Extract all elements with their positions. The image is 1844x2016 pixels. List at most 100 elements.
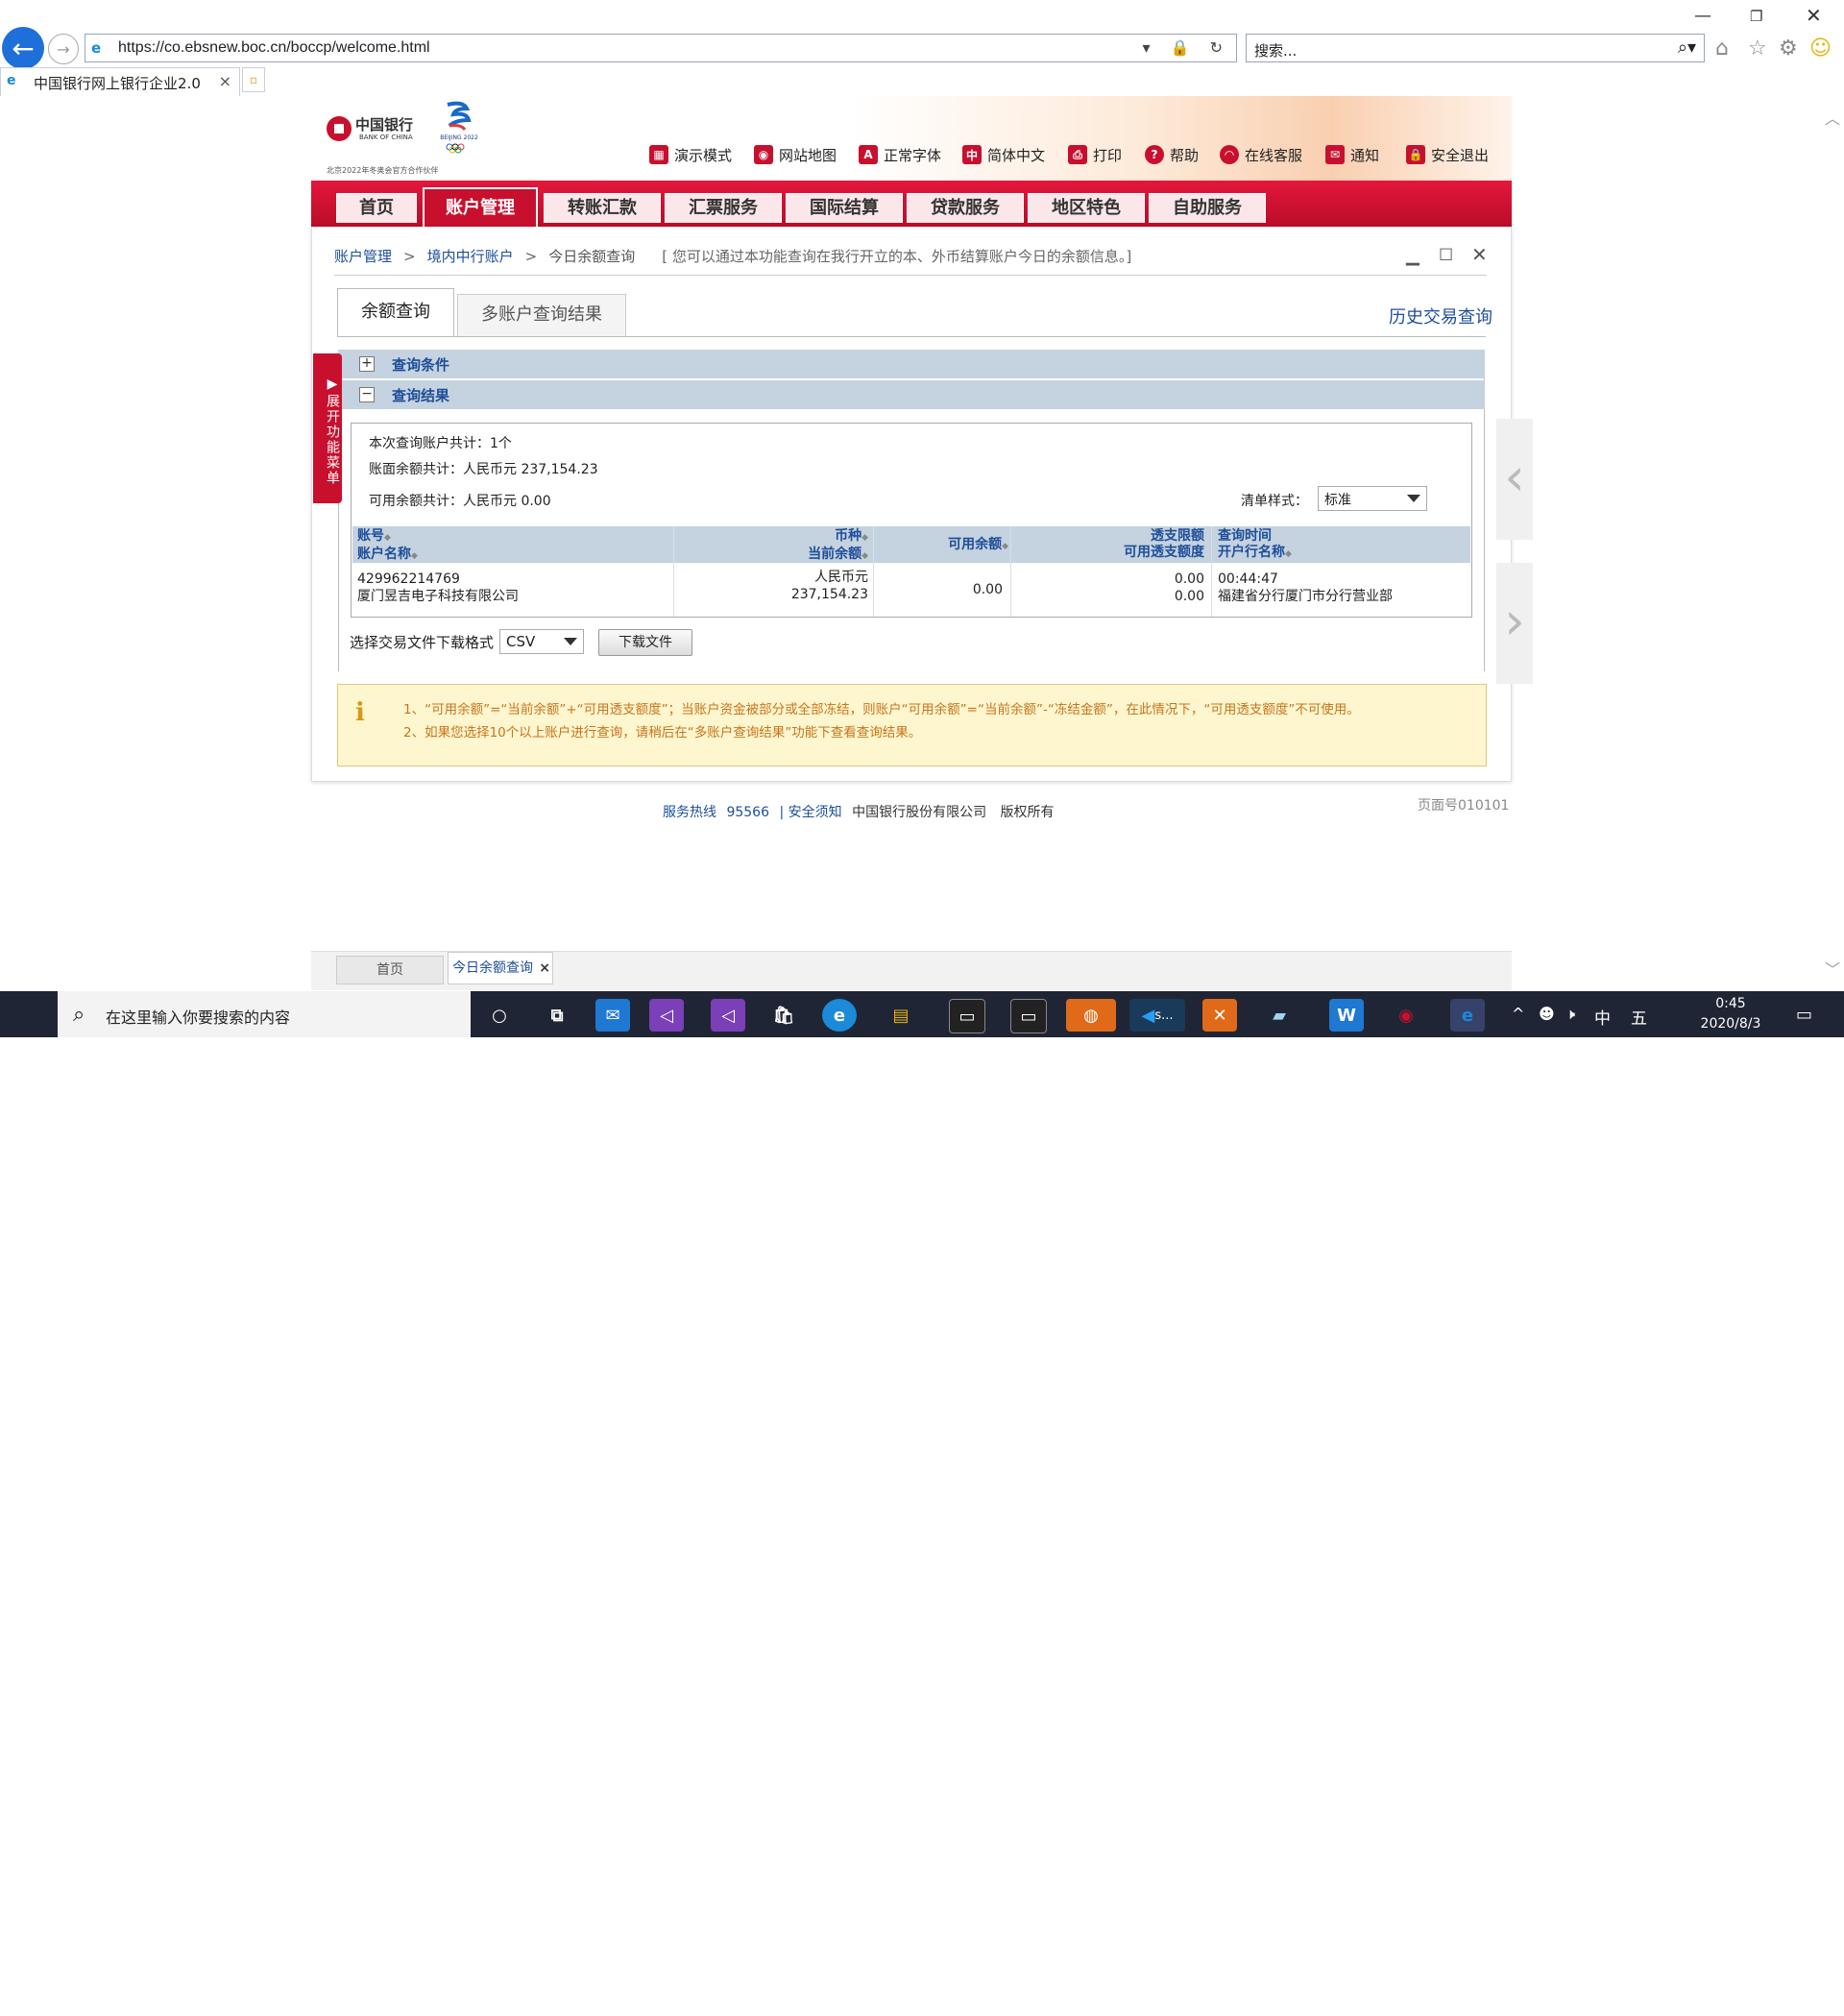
topnav-notice[interactable]: ✉ 通知 <box>1325 144 1379 165</box>
panel-minimize-icon[interactable]: ▁ <box>1406 246 1419 266</box>
wechat-icon[interactable]: ◍ <box>1066 999 1116 1032</box>
tab-multi-account-results[interactable]: 多账户查询结果 <box>457 294 626 336</box>
topnav-demo[interactable]: ▦ 演示模式 <box>649 144 732 165</box>
xampp-icon[interactable]: ✕ <box>1202 999 1237 1032</box>
panel-maximize-icon[interactable]: ☐ <box>1439 246 1453 265</box>
sort-icon[interactable]: ◆ <box>861 533 868 543</box>
nav-regional[interactable]: 地区特色 <box>1028 193 1145 223</box>
edge-icon[interactable]: e <box>822 999 857 1032</box>
new-tab-button[interactable]: ▫ <box>242 67 265 92</box>
expand-function-menu-tab[interactable]: ▶展开功能菜单 <box>313 353 342 503</box>
close-window-icon[interactable]: ✕ <box>1806 4 1822 27</box>
download-format-select[interactable]: CSV <box>499 629 584 654</box>
sort-icon[interactable]: ◆ <box>411 551 418 561</box>
address-tools[interactable]: ▾ 🔒 ↻ <box>1142 38 1230 57</box>
url-text[interactable]: https://co.ebsnew.boc.cn/boccp/welcome.h… <box>118 39 430 57</box>
topnav-simplified-chinese[interactable]: 中简体中文 <box>962 144 1045 165</box>
terminal-icon[interactable]: ▭ <box>949 999 985 1033</box>
tab-balance-query[interactable]: 余额查询 <box>337 288 454 336</box>
visual-studio-icon[interactable]: ◁ <box>649 999 684 1032</box>
breadcrumb-account-mgmt[interactable]: 账户管理 <box>334 248 392 265</box>
nav-home[interactable]: 首页 <box>336 193 417 223</box>
nav-account-management[interactable]: 账户管理 <box>423 187 538 227</box>
list-style-select[interactable]: 标准 <box>1318 486 1427 511</box>
tray-expand-icon[interactable]: ^ <box>1512 1005 1524 1023</box>
writer-app-icon[interactable]: W <box>1329 999 1364 1032</box>
tab-close-icon[interactable]: × <box>219 72 231 90</box>
close-icon[interactable]: × <box>539 953 550 984</box>
back-button[interactable]: ← <box>2 27 44 69</box>
terminal-2-icon[interactable]: ▭ <box>1010 999 1047 1033</box>
hotline-link[interactable]: 服务热线 <box>663 805 716 820</box>
bottom-tab-balance-query[interactable]: 今日余额查询 × <box>448 952 553 984</box>
security-notice-link[interactable]: 安全须知 <box>789 805 842 820</box>
topnav-print[interactable]: ⎙ 打印 <box>1068 144 1122 165</box>
collapse-minus-icon[interactable]: − <box>359 387 375 402</box>
mail-app-icon[interactable]: ✉ <box>595 999 630 1032</box>
start-button[interactable] <box>0 991 58 2016</box>
topnav-logout[interactable]: 🔒 安全退出 <box>1406 144 1489 165</box>
nav-draft-service[interactable]: 汇票服务 <box>665 193 782 223</box>
ime-indicator[interactable]: 中 <box>1594 1005 1611 1029</box>
nav-intl-settlement[interactable]: 国际结算 <box>786 193 903 223</box>
nav-loan-service[interactable]: 贷款服务 <box>907 193 1024 223</box>
favorites-star-icon[interactable]: ☆ <box>1748 36 1767 61</box>
minimize-icon[interactable]: — <box>1694 6 1711 26</box>
clock[interactable]: 0:45 2020/8/3 <box>1700 994 1761 1034</box>
home-icon[interactable]: ⌂ <box>1715 36 1729 61</box>
address-bar[interactable]: e https://co.ebsnew.boc.cn/boccp/welcome… <box>85 34 1237 62</box>
sort-icon[interactable]: ◆ <box>384 533 391 543</box>
restore-icon[interactable]: ❐ <box>1750 8 1762 25</box>
sort-icon[interactable]: ◆ <box>1002 542 1008 551</box>
history-transaction-link[interactable]: 历史交易查询 <box>1389 304 1492 328</box>
nav-transfer[interactable]: 转账汇款 <box>544 193 661 223</box>
scroll-up-icon[interactable]: ︿ <box>1825 106 1840 129</box>
ime-mode-indicator[interactable]: 五 <box>1631 1005 1647 1029</box>
browser-tab-active[interactable]: e 中国银行网上银行企业2.0 × <box>0 67 240 96</box>
taskbar-search[interactable]: ⌕ 在这里输入你要搜索的内容 <box>58 991 471 1037</box>
prev-arrow-button[interactable]: ‹ <box>1496 419 1533 540</box>
vscode-taskbar-item[interactable]: ◀ s... <box>1129 999 1185 1032</box>
section-query-results[interactable]: − 查询结果 <box>338 380 1485 409</box>
volume-muted-icon[interactable]: 🕨 <box>1565 1005 1575 1024</box>
col-header-overdraft[interactable]: 透支限额 可用透支额度 <box>1076 528 1204 561</box>
settings-gear-icon[interactable]: ⚙ <box>1779 36 1798 61</box>
next-arrow-button[interactable]: › <box>1496 563 1533 684</box>
search-icon[interactable]: ⌕▾ <box>1678 37 1696 58</box>
sort-icon[interactable]: ◆ <box>861 551 868 561</box>
cortana-icon[interactable]: ○ <box>482 999 517 1032</box>
browser-search-input[interactable]: 搜索... ⌕▾ <box>1246 34 1705 62</box>
smiley-feedback-icon[interactable]: ☺ <box>1809 36 1832 61</box>
divider <box>337 336 1486 337</box>
nav-self-service[interactable]: 自助服务 <box>1149 193 1266 223</box>
col-header-time-branch[interactable]: 查询时间 开户行名称◆ <box>1218 528 1292 563</box>
ie-taskbar-icon[interactable]: e <box>1450 999 1485 1032</box>
col-header-account[interactable]: 账号◆ 账户名称◆ <box>357 528 418 565</box>
boc-app-icon[interactable]: ◉ <box>1389 999 1423 1032</box>
store-icon[interactable]: 🛍 <box>766 999 801 1032</box>
scroll-down-icon[interactable]: ﹀ <box>1825 957 1840 980</box>
notification-center-icon[interactable]: ▭ <box>1796 1005 1812 1025</box>
topnav-sitemap[interactable]: ◉ 网站地图 <box>754 144 837 165</box>
col-header-available[interactable]: 可用余额◆ <box>922 537 1008 555</box>
forward-button[interactable]: → <box>48 34 79 64</box>
breadcrumb-domestic-accounts[interactable]: 境内中行账户 <box>427 248 514 265</box>
file-explorer-icon[interactable]: ▤ <box>884 999 918 1032</box>
topnav-normal-font[interactable]: A 正常字体 <box>859 144 941 165</box>
bottom-tab-home[interactable]: 首页 <box>336 956 444 984</box>
col-header-currency[interactable]: 币种◆ 当前余额◆ <box>768 528 868 565</box>
topnav-help[interactable]: ? 帮助 <box>1145 144 1199 165</box>
expand-plus-icon[interactable]: + <box>359 356 375 372</box>
task-view-icon[interactable]: ⧉ <box>540 999 574 1032</box>
section-query-conditions[interactable]: + 查询条件 <box>338 350 1485 378</box>
row-account[interactable]: 429962214769 厦门昱吉电子科技有限公司 <box>357 571 519 605</box>
download-file-button[interactable]: 下载文件 <box>598 629 692 656</box>
sort-icon[interactable]: ◆ <box>1285 549 1292 559</box>
topnav-online-service[interactable]: ◠ 在线客服 <box>1220 144 1302 165</box>
tray-app-icon[interactable]: ☻ <box>1539 1005 1555 1023</box>
boc-logo[interactable]: 中国银行 BANK OF CHINA <box>327 112 428 147</box>
visual-studio-2-icon[interactable]: ◁ <box>711 999 745 1032</box>
panel-close-icon[interactable]: ✕ <box>1471 243 1488 266</box>
notepad-icon[interactable]: ▰ <box>1262 999 1297 1032</box>
hotline-number[interactable]: 95566 <box>726 805 769 820</box>
